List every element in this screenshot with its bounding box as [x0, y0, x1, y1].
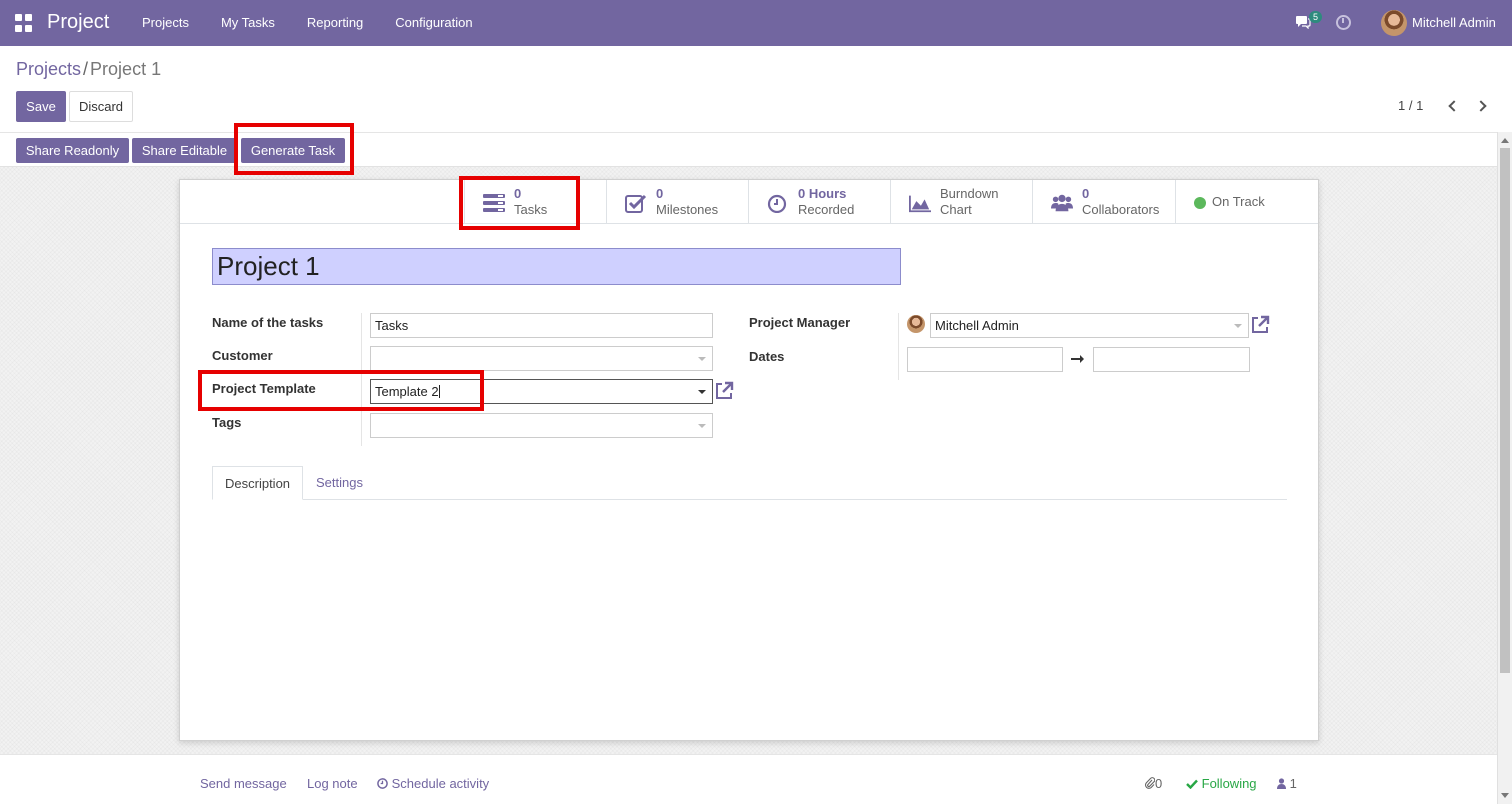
scroll-thumb[interactable] [1500, 148, 1510, 673]
schedule-activity-label: Schedule activity [391, 776, 490, 791]
milestones-count: 0 [656, 186, 664, 201]
apps-grid-icon[interactable] [15, 14, 33, 32]
pager-previous-button[interactable] [1446, 98, 1460, 114]
customer-select[interactable] [370, 346, 713, 371]
chart-label: Chart [940, 202, 972, 217]
chat-count-badge: 5 [1309, 11, 1323, 23]
smart-button-tasks[interactable]: 0 Tasks [464, 180, 606, 224]
breadcrumb-current: Project 1 [90, 59, 162, 79]
attachments-button[interactable]: 0 [1145, 776, 1162, 791]
app-brand[interactable]: Project [47, 11, 109, 34]
task-name-label: Name of the tasks [212, 315, 324, 330]
chevron-left-icon [1448, 100, 1460, 112]
manager-avatar [907, 315, 925, 333]
tasks-label: Tasks [514, 202, 548, 217]
manager-external-link-icon[interactable] [1250, 315, 1270, 335]
area-chart-icon [909, 195, 931, 213]
following-button[interactable]: Following [1186, 776, 1257, 791]
pager-value[interactable]: 1 / 1 [1398, 98, 1423, 113]
field-divider [361, 313, 362, 446]
generate-task-button[interactable]: Generate Task [241, 138, 345, 163]
task-name-input[interactable]: Tasks [370, 313, 713, 338]
save-button[interactable]: Save [16, 91, 66, 122]
project-template-select[interactable]: Template 2 [370, 379, 713, 404]
project-manager-label: Project Manager [749, 315, 851, 330]
activity-clock-icon[interactable] [1336, 15, 1351, 30]
project-name-input[interactable]: Project 1 [212, 248, 901, 285]
project-template-value: Template 2 [375, 384, 439, 399]
attachments-count: 0 [1155, 776, 1163, 791]
tags-select[interactable] [370, 413, 713, 438]
tags-label: Tags [212, 415, 242, 430]
check-square-icon [625, 194, 647, 213]
collaborators-count: 0 [1082, 186, 1090, 201]
user-avatar[interactable] [1381, 10, 1407, 36]
status-dot-icon [1194, 197, 1206, 209]
text-caret [438, 385, 440, 398]
breadcrumb-projects[interactable]: Projects [16, 59, 81, 79]
send-message-button[interactable]: Send message [200, 776, 287, 791]
clock-icon [767, 194, 787, 213]
smart-button-collaborators[interactable]: 0 Collaborators [1032, 180, 1174, 224]
smart-button-status[interactable]: On Track [1175, 180, 1318, 224]
burndown-label: Burndown [940, 186, 999, 201]
chatter-bar: Send message Log note Schedule activity … [0, 754, 1497, 804]
milestones-label: Milestones [656, 202, 719, 217]
share-readonly-button[interactable]: Share Readonly [16, 138, 129, 163]
top-navbar: Project Projects My Tasks Reporting Conf… [0, 0, 1512, 46]
form-sheet: 0 Tasks 0 Milestones 0 Hours Recorded Burnd… [179, 179, 1319, 741]
smart-button-milestones[interactable]: 0 Milestones [606, 180, 748, 224]
smart-button-burndown-chart[interactable]: Burndown Chart [890, 180, 1032, 224]
scroll-down-arrow-icon[interactable] [1501, 793, 1509, 798]
paperclip-icon [1145, 777, 1156, 789]
tasks-icon [483, 194, 505, 212]
followers-count: 1 [1289, 776, 1297, 791]
external-link-icon[interactable] [714, 381, 734, 401]
hours-label: Recorded [798, 202, 855, 217]
log-note-button[interactable]: Log note [307, 776, 358, 791]
customer-label: Customer [212, 348, 273, 363]
chevron-right-icon [1475, 100, 1487, 112]
hours-value: 0 Hours [798, 186, 847, 201]
smart-button-hours-recorded[interactable]: 0 Hours Recorded [748, 180, 890, 224]
pager-next-button[interactable] [1475, 98, 1490, 114]
statusbar: Share Readonly Share Editable Generate T… [0, 132, 1497, 167]
field-divider-right [898, 313, 899, 380]
share-editable-button[interactable]: Share Editable [132, 138, 237, 163]
notebook-tabs: Description Settings [212, 466, 1287, 500]
scroll-up-arrow-icon[interactable] [1501, 138, 1509, 143]
date-end-input[interactable] [1093, 347, 1250, 372]
menu-reporting[interactable]: Reporting [291, 0, 379, 46]
schedule-activity-button[interactable]: Schedule activity [377, 776, 489, 791]
check-icon [1186, 779, 1198, 790]
tab-settings[interactable]: Settings [304, 466, 375, 500]
discard-button[interactable]: Discard [69, 91, 133, 122]
arrow-right-icon [1071, 355, 1084, 363]
project-template-label: Project Template [212, 381, 316, 396]
breadcrumb-separator: / [83, 59, 89, 79]
followers-button[interactable]: 1 [1277, 776, 1297, 791]
project-manager-select[interactable]: Mitchell Admin [930, 313, 1249, 338]
menu-configuration[interactable]: Configuration [379, 0, 488, 46]
collaborators-label: Collaborators [1082, 202, 1160, 217]
tasks-count: 0 [514, 186, 522, 201]
date-start-input[interactable] [907, 347, 1063, 372]
person-icon [1277, 778, 1286, 789]
menu-projects[interactable]: Projects [126, 0, 205, 46]
main-menu: Projects My Tasks Reporting Configuratio… [126, 0, 489, 46]
status-label: On Track [1212, 194, 1265, 209]
users-icon [1051, 194, 1073, 212]
user-menu[interactable]: Mitchell Admin [1412, 15, 1496, 30]
page-scrollbar[interactable] [1497, 132, 1512, 804]
menu-my-tasks[interactable]: My Tasks [205, 0, 291, 46]
following-label: Following [1201, 776, 1257, 791]
schedule-clock-icon [377, 778, 388, 789]
smart-buttons-row: 0 Tasks 0 Milestones 0 Hours Recorded Burnd… [180, 180, 1318, 224]
breadcrumb: Projects / Project 1 [16, 59, 161, 80]
dates-label: Dates [749, 349, 785, 364]
tab-description[interactable]: Description [212, 466, 304, 500]
